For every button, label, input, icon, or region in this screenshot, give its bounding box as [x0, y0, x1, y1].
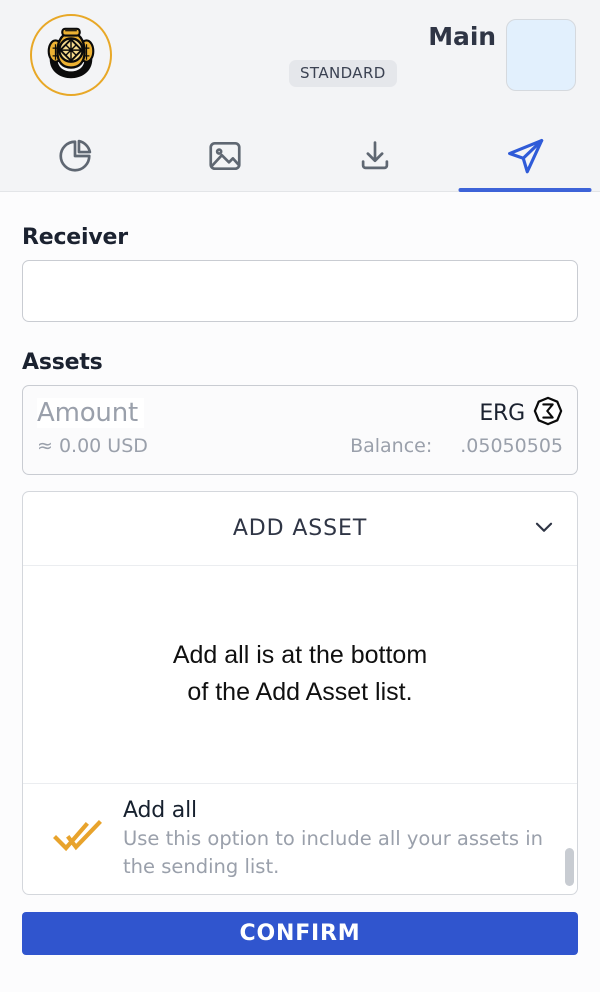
add-asset-panel: ADD ASSET Add all is at the bottom of th…: [22, 491, 578, 895]
token-selector[interactable]: ERG: [479, 396, 563, 430]
wallet-logo: [30, 14, 112, 96]
amount-input[interactable]: Amount: [37, 398, 144, 428]
download-icon: [356, 137, 394, 175]
add-all-option[interactable]: Add all Use this option to include all y…: [23, 784, 577, 880]
send-plane-icon: [504, 135, 546, 177]
pie-chart-icon: [56, 137, 94, 175]
balance-label: Balance:: [350, 435, 433, 457]
receiver-input[interactable]: [22, 260, 578, 322]
tab-receive[interactable]: [300, 120, 450, 191]
amount-top-row: Amount ERG: [23, 386, 577, 430]
add-all-text: Add all Use this option to include all y…: [109, 798, 559, 880]
add-asset-hint: Add all is at the bottom of the Add Asse…: [23, 566, 577, 710]
confirm-button[interactable]: CONFIRM: [22, 912, 578, 955]
image-icon: [206, 137, 244, 175]
send-form: Receiver Assets Amount ERG ≈ 0.00 USD Ba…: [0, 192, 600, 992]
erg-sigma-icon: [533, 396, 563, 430]
amount-card[interactable]: Amount ERG ≈ 0.00 USD Balance: .05050505: [22, 385, 578, 475]
wallet-type-badge: STANDARD: [289, 60, 397, 87]
main-tabbar: [0, 120, 600, 192]
amount-bottom-row: ≈ 0.00 USD Balance: .05050505: [23, 430, 577, 457]
wallet-avatar[interactable]: [506, 19, 576, 91]
chevron-down-icon[interactable]: [531, 514, 557, 544]
add-all-description: Use this option to include all your asse…: [123, 827, 543, 878]
balance-value[interactable]: .05050505: [460, 435, 563, 457]
token-symbol-label: ERG: [479, 400, 525, 426]
add-all-row: Add all Use this option to include all y…: [23, 783, 577, 880]
app-header: STANDARD Main: [0, 0, 600, 120]
diving-helmet-logo-icon: [40, 22, 102, 88]
tab-assets[interactable]: [0, 120, 150, 191]
add-asset-header[interactable]: ADD ASSET: [23, 492, 577, 565]
add-all-title: Add all: [123, 798, 197, 823]
receiver-label: Receiver: [22, 225, 128, 250]
add-asset-hint-line2: of the Add Asset list.: [187, 677, 413, 706]
double-check-icon: [53, 798, 109, 880]
panel-scrollbar-thumb[interactable]: [565, 848, 574, 886]
wallet-name-label[interactable]: Main: [428, 22, 496, 51]
add-asset-hint-line1: Add all is at the bottom: [172, 641, 428, 669]
logo-ring: [30, 14, 112, 96]
tab-send[interactable]: [450, 120, 600, 192]
add-asset-label: ADD ASSET: [232, 516, 368, 541]
balance-group: Balance: .05050505: [350, 435, 563, 457]
assets-label: Assets: [22, 350, 103, 375]
tab-nfts[interactable]: [150, 120, 300, 191]
fiat-value: ≈ 0.00 USD: [37, 435, 148, 457]
